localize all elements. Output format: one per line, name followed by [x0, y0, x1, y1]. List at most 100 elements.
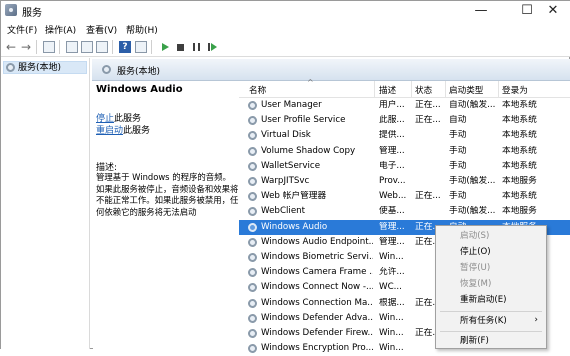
pane-header: 服务(本地) [92, 59, 570, 81]
table-row[interactable]: User Profile Service 此服... 正在... 自动 本地系统 [239, 113, 570, 128]
restart-service-icon[interactable] [208, 43, 217, 51]
ctx-refresh[interactable]: 刷新(F) [460, 336, 489, 347]
cell-status: 正在... [415, 191, 441, 202]
forward-arrow-icon[interactable]: → [20, 41, 32, 53]
column-header-row: ^ 名称 描述 状态 启动类型 登录为 [239, 78, 570, 98]
cell-name: Windows Connection Ma... [261, 297, 373, 308]
table-row[interactable]: User Manager 用户... 正在... 自动(触发... 本地系统 [239, 98, 570, 113]
help-icon[interactable]: ? [119, 41, 131, 53]
ctx-pause[interactable]: 暂停(U) [460, 263, 490, 274]
menu-bar: 文件(F) 操作(A) 查看(V) 帮助(H) [1, 21, 570, 37]
console-tree: 服务(本地) [1, 58, 90, 349]
ctx-restart[interactable]: 重新启动(E) [460, 295, 507, 306]
cell-name: Volume Shadow Copy [261, 145, 356, 156]
cell-startup-type: 自动(触发... [449, 100, 496, 110]
restart-suffix: 此服务 [123, 126, 151, 136]
toolbar: ← → ? [1, 37, 570, 57]
tree-item-label: 服务(本地) [18, 63, 62, 73]
cell-logon-as: 本地系统 [502, 145, 537, 156]
cell-name: Web 帐户管理器 [261, 191, 327, 202]
table-row[interactable]: WarpJITSvc Prov... 手动(触发... 本地服务 [239, 174, 570, 189]
show-action-pane-icon[interactable] [135, 41, 147, 53]
cell-startup-type: 手动 [449, 191, 467, 202]
menu-file[interactable]: 文件(F) [7, 23, 37, 36]
ctx-all-tasks[interactable]: 所有任务(K) [460, 316, 507, 327]
properties-icon[interactable] [66, 41, 78, 53]
cell-description: Win... [379, 328, 404, 338]
cell-name: WalletService [261, 160, 321, 171]
column-logon-as[interactable]: 登录为 [502, 84, 528, 96]
table-row[interactable]: WebClient 使基... 手动(触发... 本地服务 [239, 204, 570, 219]
export-list-icon[interactable] [96, 41, 108, 53]
cell-description: 管理... [379, 221, 405, 232]
menu-action[interactable]: 操作(A) [45, 23, 76, 36]
console-tree-icon[interactable] [43, 41, 55, 53]
ctx-resume[interactable]: 恢复(M) [460, 279, 491, 290]
minimize-button[interactable]: — [463, 1, 499, 21]
service-gear-icon [248, 101, 257, 110]
column-status[interactable]: 状态 [415, 84, 432, 96]
back-arrow-icon[interactable]: ← [5, 41, 17, 53]
ctx-separator [440, 331, 542, 332]
cell-description: 提供... [379, 130, 405, 141]
start-service-icon[interactable] [162, 43, 169, 51]
context-menu: 启动(S) 停止(O) 暂停(U) 恢复(M) 重新启动(E) 所有任务(K) … [435, 225, 547, 349]
description-text: 管理基于 Windows 的程序的音频。如果此服务被停止，音频设备和效果将不能正… [96, 172, 239, 217]
services-window: 服务 — ☐ ✕ 文件(F) 操作(A) 查看(V) 帮助(H) ← → ? 服… [0, 0, 570, 354]
table-row[interactable]: Volume Shadow Copy 管理... 手动 本地系统 [239, 144, 570, 159]
cell-logon-as: 本地系统 [502, 160, 537, 171]
cell-name: Windows Audio Endpoint... [261, 236, 373, 247]
cell-name: Windows Audio [261, 221, 328, 232]
table-row[interactable]: Virtual Disk 提供... 手动 本地系统 [239, 128, 570, 143]
table-row[interactable]: Web 帐户管理器 Web... 正在... 手动 本地系统 [239, 189, 570, 204]
column-description[interactable]: 描述 [379, 84, 396, 96]
toolbar-separator [36, 40, 37, 54]
column-startup-type[interactable]: 启动类型 [449, 84, 483, 96]
restart-service-link[interactable]: 重启动 [96, 126, 123, 136]
service-gear-icon [248, 192, 257, 202]
cell-name: Virtual Disk [261, 130, 311, 141]
cell-description: 管理... [379, 236, 405, 247]
service-gear-icon [248, 116, 257, 126]
ctx-start[interactable]: 启动(S) [460, 231, 489, 242]
cell-description: 电子... [379, 160, 405, 171]
sort-ascending-icon: ^ [307, 78, 314, 87]
close-button[interactable]: ✕ [535, 1, 570, 21]
stop-service-icon[interactable] [177, 44, 184, 51]
column-separator[interactable] [498, 81, 499, 98]
menu-view[interactable]: 查看(V) [86, 23, 117, 36]
service-gear-icon [248, 313, 257, 323]
cell-startup-type: 手动 [449, 145, 467, 156]
cell-description: 管理... [379, 145, 405, 156]
pause-service-icon[interactable] [193, 43, 200, 51]
cell-description: 使基... [379, 206, 405, 217]
cell-startup-type: 手动(触发... [449, 176, 496, 186]
table-row[interactable]: WalletService 电子... 手动 本地系统 [239, 159, 570, 174]
service-gear-icon [248, 283, 257, 293]
column-name[interactable]: 名称 [249, 84, 266, 96]
services-app-icon [5, 4, 17, 16]
column-separator[interactable] [374, 81, 375, 98]
menu-help[interactable]: 帮助(H) [126, 23, 158, 36]
column-separator[interactable] [411, 81, 412, 98]
cell-description: 根据... [379, 297, 405, 308]
gear-icon [102, 65, 111, 74]
cell-status: 正在... [415, 100, 441, 110]
cell-description: Win... [379, 252, 404, 262]
refresh-icon[interactable] [81, 41, 93, 53]
tree-item-services-local[interactable]: 服务(本地) [3, 61, 87, 74]
column-separator[interactable] [445, 81, 446, 98]
cell-logon-as: 本地服务 [502, 206, 537, 217]
service-gear-icon [248, 237, 257, 247]
cell-logon-as: 本地系统 [502, 130, 537, 141]
cell-name: User Profile Service [261, 115, 346, 126]
cell-name: Windows Biometric Servi... [261, 252, 373, 262]
ctx-separator [440, 311, 542, 312]
cell-startup-type: 手动(触发... [449, 206, 496, 217]
cell-name: Windows Defender Firew... [261, 328, 373, 338]
cell-description: WC... [379, 282, 402, 293]
ctx-stop[interactable]: 停止(O) [460, 247, 491, 258]
service-gear-icon [248, 329, 257, 338]
cell-logon-as: 本地系统 [502, 191, 537, 202]
cell-description: Win... [379, 312, 404, 323]
